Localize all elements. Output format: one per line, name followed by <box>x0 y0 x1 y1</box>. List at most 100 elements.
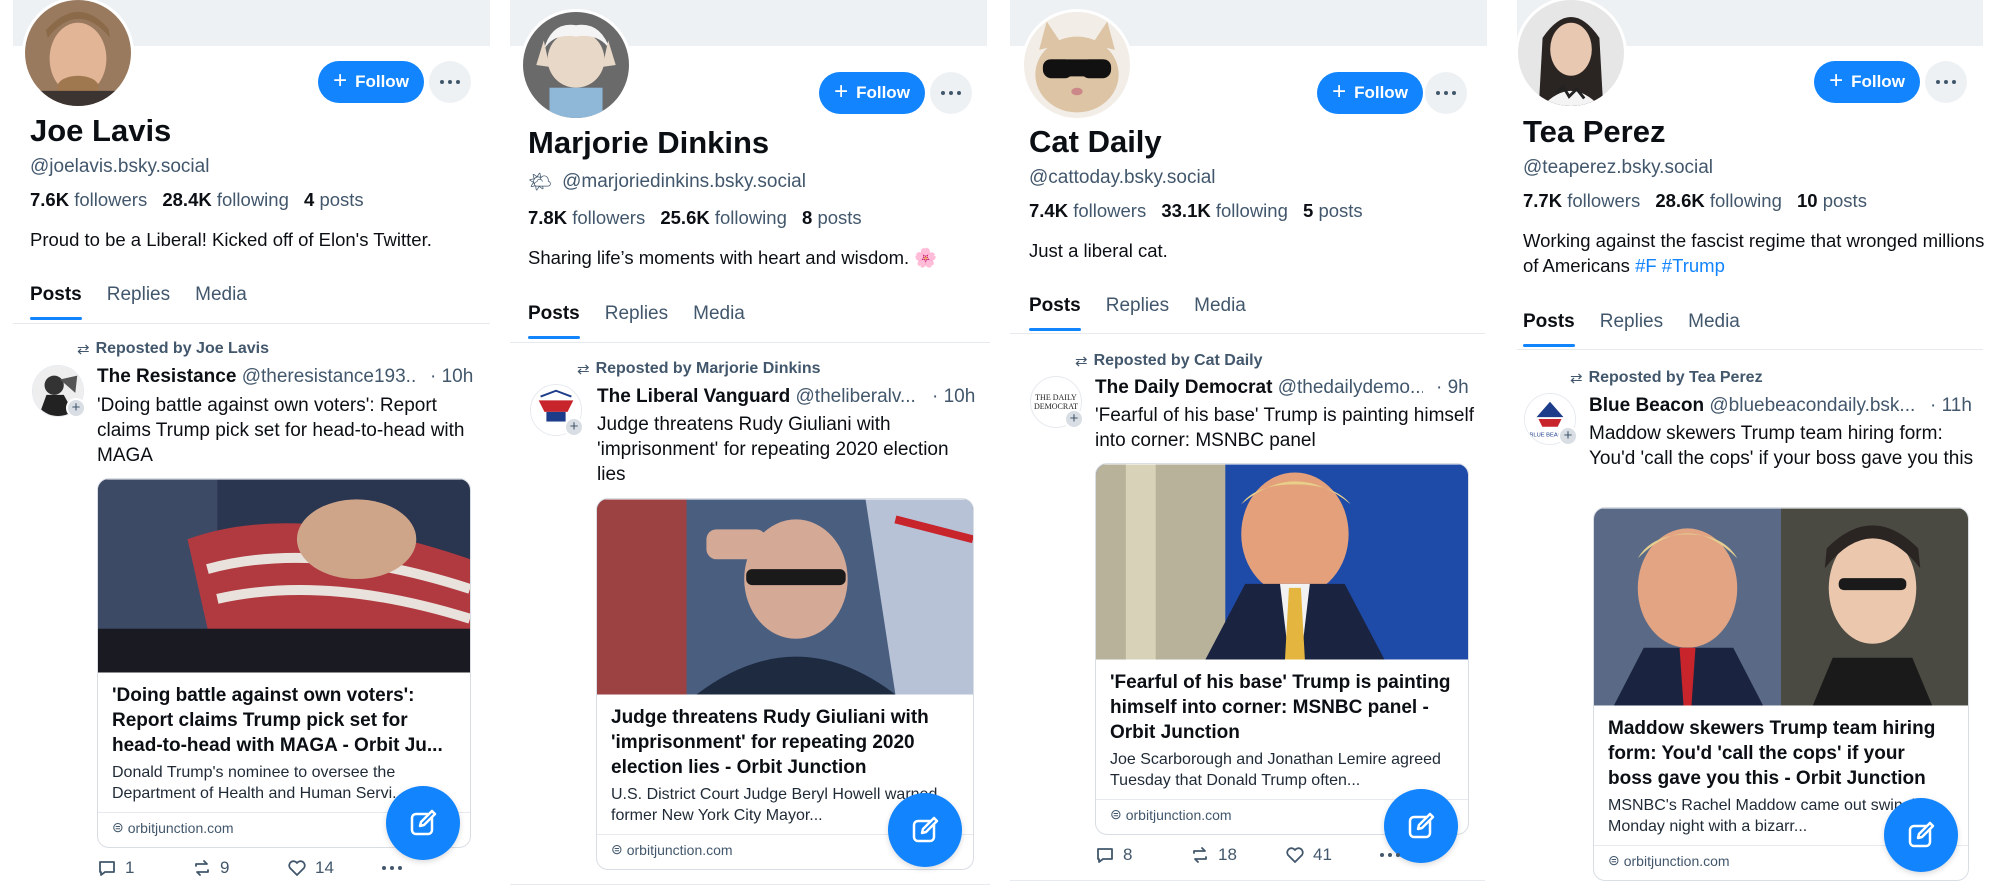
follow-author-icon[interactable]: + <box>564 417 584 437</box>
post-author-handle[interactable]: @theliberalv... <box>796 386 916 407</box>
link-card-image <box>1096 464 1468 660</box>
post-author-name[interactable]: The Daily Democrat <box>1095 377 1272 398</box>
repost-button[interactable]: 9 <box>192 858 287 878</box>
tab-posts[interactable]: Posts <box>528 303 580 339</box>
sun-icon: 🌤 <box>528 172 553 193</box>
follow-button[interactable]: + Follow <box>819 72 925 114</box>
post-timestamp[interactable]: · 11h <box>1930 395 1972 417</box>
follow-button[interactable]: + Follow <box>1317 72 1423 114</box>
post-text: Judge threatens Rudy Giuliani with 'impr… <box>597 414 949 485</box>
divider <box>1010 333 1485 334</box>
post-header: The Liberal Vanguard @theliberalv... <box>597 386 919 408</box>
tab-media[interactable]: Media <box>195 284 247 320</box>
repost-icon <box>1193 847 1207 863</box>
profile-handle: 🌤 @marjoriedinkins.bsky.social <box>528 171 806 193</box>
repost-button[interactable]: 18 <box>1190 845 1285 865</box>
divider <box>1517 349 1983 350</box>
profile-stats: 7.4K followers 33.1K following 5 posts <box>1029 200 1363 221</box>
profile-stats: 7.6K followers 28.4K following 4 posts <box>30 189 364 210</box>
profile-handle: @joelavis.bsky.social <box>30 156 210 177</box>
follow-author-icon[interactable]: + <box>66 398 86 418</box>
post-header: The Daily Democrat @thedailydemo... <box>1095 377 1423 399</box>
tab-media[interactable]: Media <box>1194 295 1246 331</box>
profile-panel-tea-perez: + Follow Tea Perez @teaperez.bsky.social … <box>1500 0 2000 889</box>
post-text: 'Doing battle against own voters': Repor… <box>97 395 465 466</box>
tab-replies[interactable]: Replies <box>107 284 170 320</box>
profile-tabs: Posts Replies Media <box>1029 295 1246 331</box>
repost-indicator[interactable]: ⇄ Reposted by Joe Lavis <box>77 340 269 358</box>
post-author-handle[interactable]: @bluebeacondaily.bsk... <box>1709 395 1915 416</box>
reply-button[interactable]: 8 <box>1095 845 1190 865</box>
post-header: Blue Beacon @bluebeacondaily.bsk... <box>1589 395 1919 417</box>
globe-icon: ⊜ <box>1608 852 1620 868</box>
profile-bio: Sharing life’s moments with heart and wi… <box>528 247 938 268</box>
follow-button[interactable]: + Follow <box>318 61 424 103</box>
post-author-handle[interactable]: @theresistance193... <box>242 366 417 387</box>
more-options-button[interactable] <box>1425 72 1467 114</box>
plus-icon: + <box>834 78 849 105</box>
more-options-button[interactable] <box>930 72 972 114</box>
profile-stats: 7.7K followers 28.6K following 10 posts <box>1523 190 1867 211</box>
tab-replies[interactable]: Replies <box>1106 295 1169 331</box>
reply-button[interactable]: 1 <box>97 858 192 878</box>
post-more-icon[interactable] <box>1380 853 1400 857</box>
tab-posts[interactable]: Posts <box>1523 311 1575 347</box>
link-card-title: 'Fearful of his base' Trump is painting … <box>1110 672 1451 743</box>
like-button[interactable]: 14 <box>287 858 382 878</box>
plus-icon: + <box>1829 67 1844 94</box>
repost-indicator[interactable]: ⇄ Reposted by Tea Perez <box>1570 369 1763 387</box>
compose-post-button[interactable] <box>386 786 460 860</box>
profile-avatar[interactable] <box>520 9 632 121</box>
tab-posts[interactable]: Posts <box>30 284 82 320</box>
profile-panel-marjorie-dinkins: + Follow Marjorie Dinkins 🌤 @marjoriedinki… <box>500 0 990 889</box>
compose-post-button[interactable] <box>888 793 962 867</box>
heart-icon <box>288 860 306 876</box>
more-options-button[interactable] <box>1925 61 1967 103</box>
repost-icon: ⇄ <box>77 341 90 358</box>
repost-indicator[interactable]: ⇄ Reposted by Marjorie Dinkins <box>577 360 821 378</box>
like-button[interactable]: 41 <box>1285 845 1380 865</box>
post-more-icon[interactable] <box>382 866 402 870</box>
tab-replies[interactable]: Replies <box>1600 311 1663 347</box>
tab-media[interactable]: Media <box>693 303 745 339</box>
follow-button[interactable]: + Follow <box>1814 61 1920 103</box>
follow-author-icon[interactable]: + <box>1558 426 1578 446</box>
more-options-button[interactable] <box>429 61 471 103</box>
profile-bio: Working against the fascist regime that … <box>1523 230 1985 276</box>
post-timestamp[interactable]: · 9h <box>1436 377 1469 399</box>
post-text: Maddow skewers Trump team hiring form: Y… <box>1589 423 1974 469</box>
profile-name: Tea Perez <box>1523 114 1666 149</box>
link-card[interactable]: 'Fearful of his base' Trump is painting … <box>1095 463 1469 835</box>
repost-icon: ⇄ <box>1075 353 1088 370</box>
repost-icon: ⇄ <box>1570 370 1583 387</box>
post-actions: 8 18 41 <box>1095 845 1400 865</box>
profile-avatar[interactable] <box>1021 9 1133 121</box>
link-card-description: Joe Scarborough and Jonathan Lemire agre… <box>1110 751 1441 789</box>
link-card-title: Maddow skewers Trump team hiring form: Y… <box>1608 718 1936 789</box>
link-card-title: 'Doing battle against own voters': Repor… <box>112 685 443 756</box>
post-author-handle[interactable]: @thedailydemo... <box>1278 377 1423 398</box>
post-author-name[interactable]: Blue Beacon <box>1589 395 1704 416</box>
repost-indicator[interactable]: ⇄ Reposted by Cat Daily <box>1075 352 1263 370</box>
profile-avatar[interactable] <box>1515 0 1627 109</box>
tab-posts[interactable]: Posts <box>1029 295 1081 331</box>
follow-author-icon[interactable]: + <box>1064 409 1084 429</box>
profile-stats: 7.8K followers 25.6K following 8 posts <box>528 207 862 228</box>
post-timestamp[interactable]: · 10h <box>430 366 473 388</box>
repost-icon: ⇄ <box>577 361 590 378</box>
globe-icon: ⊜ <box>611 841 623 857</box>
post-timestamp[interactable]: · 10h <box>932 386 975 408</box>
tab-replies[interactable]: Replies <box>605 303 668 339</box>
profile-tabs: Posts Replies Media <box>1523 311 1740 347</box>
post-author-name[interactable]: The Resistance <box>97 366 236 387</box>
compose-post-button[interactable] <box>1884 798 1958 872</box>
compose-icon <box>1908 821 1935 848</box>
compose-icon <box>912 816 939 843</box>
link-card-image <box>98 479 470 673</box>
post-author-name[interactable]: The Liberal Vanguard <box>597 386 790 407</box>
hashtag-links[interactable]: #F #Trump <box>1635 255 1725 276</box>
plus-icon: + <box>1332 78 1347 105</box>
tab-media[interactable]: Media <box>1688 311 1740 347</box>
profile-avatar[interactable] <box>22 0 134 109</box>
link-card-image <box>1594 508 1968 706</box>
